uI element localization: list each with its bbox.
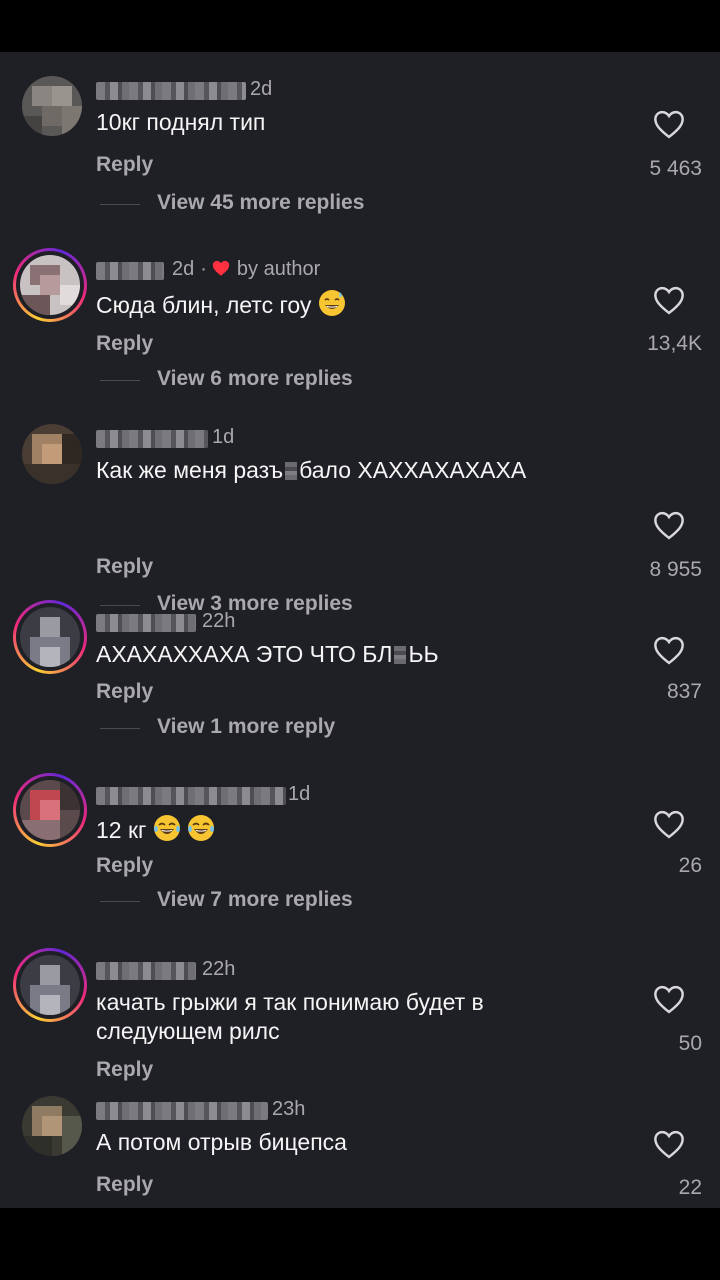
avatar-image <box>20 780 80 840</box>
like-count: 26 <box>678 854 702 877</box>
view-replies-label: View 6 more replies <box>157 367 353 390</box>
username-redacted[interactable] <box>96 787 286 805</box>
censor-block <box>394 646 407 664</box>
heart-outline-icon[interactable] <box>652 635 686 665</box>
comment-text: 12 кг <box>96 813 616 845</box>
like-count: 22 <box>678 1176 702 1199</box>
username-redacted[interactable] <box>96 82 246 100</box>
comment-text: качать грыжи я так понимаю будет в следу… <box>96 989 484 1044</box>
heart-outline-icon[interactable] <box>652 809 686 839</box>
comment-text-content: 12 кг <box>96 817 147 843</box>
heart-outline-icon[interactable] <box>652 109 686 139</box>
comment-time: 2d <box>172 258 195 280</box>
avatar-story-ring[interactable] <box>13 248 87 322</box>
comment-text-part: Как же меня разъ <box>96 457 284 483</box>
view-replies-label: View 3 more replies <box>157 592 353 615</box>
username-redacted[interactable] <box>96 614 196 632</box>
avatar-image <box>22 1096 82 1156</box>
comment-text-content: Сюда блин, летс гоу <box>96 292 312 318</box>
reply-button[interactable]: Reply <box>96 1173 153 1197</box>
comment-text: АХАХАХХАХА ЭТО ЧТО БЛ ЬЬ <box>96 640 616 669</box>
comment-time: 1d <box>212 426 235 448</box>
heart-filled-icon <box>212 260 230 276</box>
comment-text-part: АХАХАХХАХА ЭТО ЧТО БЛ <box>96 641 393 667</box>
divider <box>100 728 140 729</box>
reply-button[interactable]: Reply <box>96 854 153 878</box>
comment-text-part: ЬЬ <box>408 641 439 667</box>
avatar-image <box>22 424 82 484</box>
comment-meta: 2d · by author <box>172 258 320 281</box>
avatar-story-ring[interactable] <box>13 600 87 674</box>
heart-outline-icon[interactable] <box>652 984 686 1014</box>
comment-text-part: бало ХАХХАХАХАХА <box>299 457 527 483</box>
avatar-image <box>22 76 82 136</box>
comment-time: 22h <box>202 958 236 980</box>
divider <box>100 380 140 381</box>
separator: · <box>200 258 207 280</box>
view-replies-label: View 1 more reply <box>157 715 336 738</box>
comment-text: А потом отрыв бицепса <box>96 1129 347 1155</box>
reply-button[interactable]: Reply <box>96 153 153 177</box>
censor-block <box>285 462 298 480</box>
like-count: 50 <box>678 1032 702 1055</box>
reply-button[interactable]: Reply <box>96 680 153 704</box>
comment-text: Сюда блин, летс гоу <box>96 288 616 320</box>
username-redacted[interactable] <box>96 262 164 280</box>
view-replies-label: View 7 more replies <box>157 888 353 911</box>
divider <box>100 204 140 205</box>
grinning-sweat-emoji <box>319 290 346 316</box>
avatar-story-ring[interactable] <box>13 948 87 1022</box>
by-author-label: by author <box>236 258 321 280</box>
comment-text: Как же меня разъ бало ХАХХАХАХАХА <box>96 456 616 485</box>
comment-time: 23h <box>272 1098 306 1120</box>
comment-time: 2d <box>250 78 273 100</box>
like-count: 8 955 <box>649 558 702 581</box>
comment-text: 10кг поднял тип <box>96 109 266 135</box>
reply-button[interactable]: Reply <box>96 555 153 579</box>
avatar-image <box>20 955 80 1015</box>
view-replies-label: View 45 more replies <box>157 191 365 214</box>
heart-outline-icon[interactable] <box>652 285 686 315</box>
divider <box>100 901 140 902</box>
reply-button[interactable]: Reply <box>96 332 153 356</box>
comment-time: 1d <box>288 783 311 805</box>
heart-outline-icon[interactable] <box>652 1129 686 1159</box>
avatar[interactable] <box>22 1096 82 1156</box>
comments-panel: 2d 10кг поднял тип Reply 5 463 View 45 m… <box>0 52 720 1208</box>
comment-time: 22h <box>202 610 236 632</box>
avatar-image <box>20 607 80 667</box>
divider <box>100 605 140 606</box>
heart-outline-icon[interactable] <box>652 510 686 540</box>
tears-of-joy-emoji <box>188 815 215 841</box>
avatar-story-ring[interactable] <box>13 773 87 847</box>
like-count: 13,4K <box>647 332 702 355</box>
username-redacted[interactable] <box>96 430 208 448</box>
like-count: 5 463 <box>649 157 702 180</box>
like-count: 837 <box>666 680 702 703</box>
avatar-image <box>20 255 80 315</box>
tears-of-joy-emoji <box>154 815 181 841</box>
username-redacted[interactable] <box>96 1102 268 1120</box>
reply-button[interactable]: Reply <box>96 1058 153 1082</box>
username-redacted[interactable] <box>96 962 196 980</box>
avatar[interactable] <box>22 424 82 484</box>
avatar[interactable] <box>22 76 82 136</box>
